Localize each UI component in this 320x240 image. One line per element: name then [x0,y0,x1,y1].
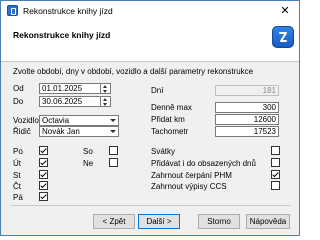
vehicle-select[interactable]: Octavia [39,115,119,126]
daily-max-field[interactable]: 300 [215,102,279,113]
to-date-field[interactable]: 30.06.2025 [39,96,101,107]
weekday-checkbox-ut[interactable] [39,158,48,167]
option-label: Svátky [151,147,176,156]
from-date-spin[interactable] [101,83,111,94]
weekday-label: St [13,171,21,180]
chevron-down-icon[interactable] [108,115,118,126]
weekday-label: Po [13,147,23,156]
odometer-field[interactable]: 17523 [215,126,279,137]
from-date-field[interactable]: 01.01.2025 [39,83,101,94]
title-bar: Rekonstrukce knihy jízd ✕ [1,1,299,21]
option-label: Přidávat i do obsazených dnů [151,159,256,168]
cancel-button[interactable]: Storno [198,214,240,229]
next-button[interactable]: Další > [138,214,180,229]
from-label: Od [13,84,24,93]
odometer-label: Tachometr [151,127,189,136]
weekday-label: Ne [83,159,94,168]
back-button[interactable]: < Zpět [93,214,135,229]
weekday-checkbox-st[interactable] [39,170,48,179]
to-date-spin[interactable] [101,96,111,107]
daily-max-label: Denně max [151,103,192,112]
weekday-checkbox-pa[interactable] [39,192,48,201]
holidays-checkbox[interactable] [271,146,280,155]
driver-select[interactable]: Novák Jan [39,126,119,137]
add-km-field[interactable]: 12600 [215,114,279,125]
weekday-label: Pá [13,193,23,202]
app-logo-icon [272,26,294,48]
window-title: Rekonstrukce knihy jízd [23,6,113,16]
dialog-window: Rekonstrukce knihy jízd ✕ Rekonstrukce k… [0,0,300,236]
days-field: 181 [215,85,279,96]
add-to-occupied-checkbox[interactable] [271,158,280,167]
weekday-label: Út [13,159,21,168]
chevron-down-icon[interactable] [108,126,118,137]
page-title: Rekonstrukce knihy jízd [13,30,111,40]
wizard-header: Rekonstrukce knihy jízd [1,21,299,62]
weekday-checkbox-so[interactable] [109,146,118,155]
option-label: Zahrnout čerpání PHM [151,171,232,180]
close-button[interactable]: ✕ [271,1,299,21]
to-label: Do [13,97,24,106]
weekday-label: Čt [13,182,21,191]
help-button[interactable]: Nápověda [246,214,290,229]
driver-label: Řidič [13,127,31,136]
option-label: Zahrnout výpisy CCS [151,182,227,191]
vehicle-label: Vozidlo [13,116,39,125]
weekday-checkbox-ne[interactable] [109,158,118,167]
days-label: Dní [151,86,164,95]
include-fuel-checkbox[interactable] [271,170,280,179]
weekday-checkbox-ct[interactable] [39,181,48,190]
include-ccs-checkbox[interactable] [271,181,280,190]
add-km-label: Přidat km [151,115,185,124]
button-divider [11,205,291,206]
weekday-label: So [83,147,93,156]
weekday-checkbox-po[interactable] [39,146,48,155]
intro-text: Zvolte období, dny v období, vozidlo a d… [13,67,254,76]
app-icon [7,5,18,16]
